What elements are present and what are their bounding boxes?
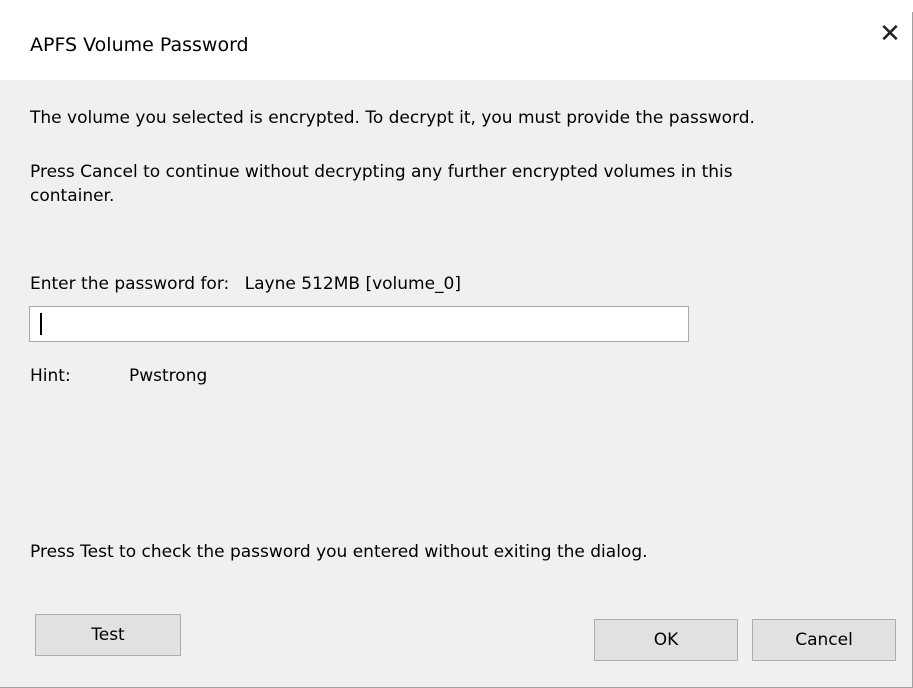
close-button[interactable]: ✕ — [868, 12, 912, 56]
password-label: Enter the password for: Layne 512MB [vol… — [30, 272, 461, 296]
password-label-text: Enter the password for: — [30, 274, 230, 294]
hint-label: Hint: — [30, 366, 71, 386]
text-caret — [40, 313, 42, 335]
test-button[interactable]: Test — [35, 614, 181, 656]
cancel-button[interactable]: Cancel — [752, 619, 896, 661]
password-input[interactable] — [29, 306, 689, 342]
top-edge — [0, 0, 913, 12]
apfs-password-dialog: APFS Volume Password ✕ The volume you se… — [0, 0, 913, 688]
ok-button[interactable]: OK — [594, 619, 738, 661]
volume-name: Layne 512MB [volume_0] — [244, 274, 461, 294]
test-instruction: Press Test to check the password you ent… — [30, 542, 648, 562]
cancel-instruction: Press Cancel to continue without decrypt… — [30, 162, 733, 206]
hint-value: Pwstrong — [129, 366, 208, 386]
title-bar: APFS Volume Password — [0, 12, 912, 80]
close-icon: ✕ — [879, 19, 901, 49]
encrypted-message: The volume you selected is encrypted. To… — [30, 108, 755, 128]
dialog-title: APFS Volume Password — [30, 34, 249, 56]
